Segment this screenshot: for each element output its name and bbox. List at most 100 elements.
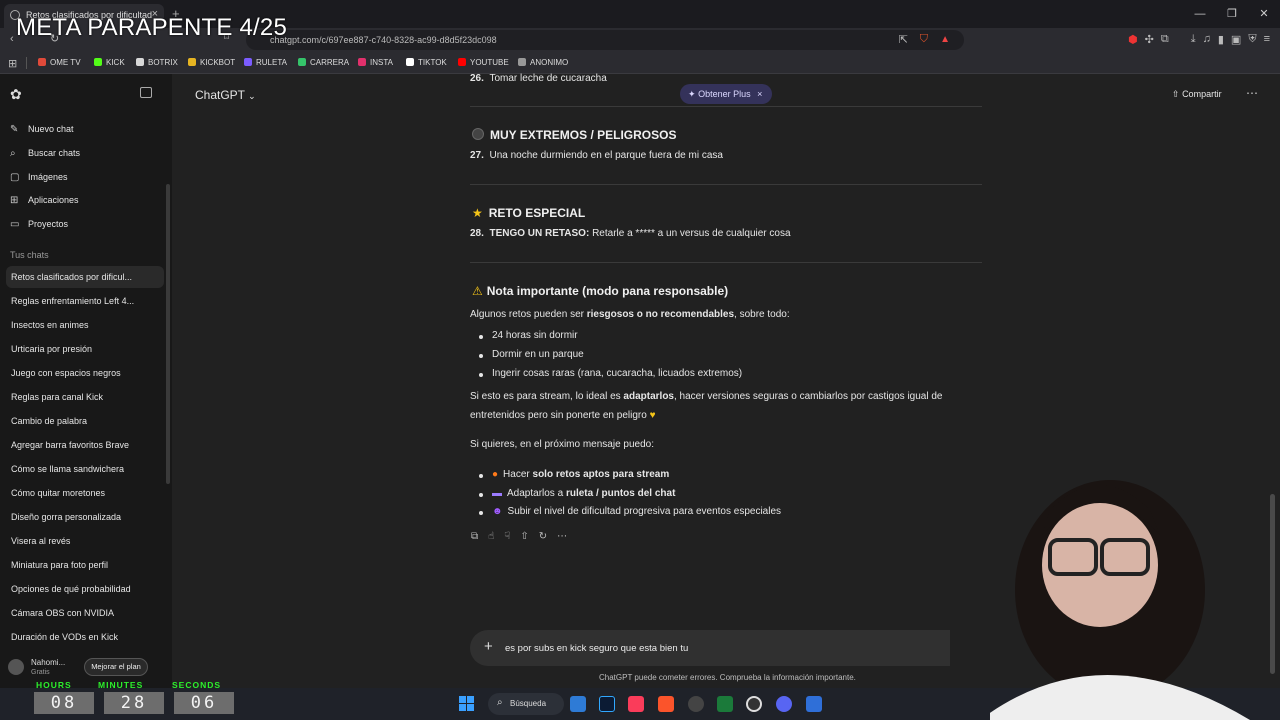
chat-item[interactable]: Duración de VODs en Kick <box>6 626 164 648</box>
wallet-icon[interactable]: ▣ <box>1231 33 1241 46</box>
chat-item[interactable]: Reglas enfrentamiento Left 4... <box>6 290 164 312</box>
nav-apps[interactable]: ⊞ Aplicaciones <box>10 195 79 206</box>
more-icon[interactable]: ⋯ <box>557 531 567 542</box>
chat-item[interactable]: Agregar barra favoritos Brave <box>6 434 164 456</box>
windows-start-icon[interactable] <box>459 696 475 712</box>
divider <box>470 106 982 107</box>
chat-item[interactable]: Juego con espacios negros <box>6 362 164 384</box>
chat-item[interactable]: Insectos en animes <box>6 314 164 336</box>
user-name: Nahomi... <box>31 658 66 667</box>
menu-icon[interactable]: ≡ <box>1264 33 1270 46</box>
chat-item[interactable]: Diseño gorra personalizada <box>6 506 164 528</box>
chat-item[interactable]: Reglas para canal Kick <box>6 386 164 408</box>
botrix-icon <box>136 58 144 66</box>
list-item: 27. Una noche durmiendo en el parque fue… <box>470 150 723 161</box>
bookmark-insta[interactable]: INSTA <box>358 58 393 67</box>
puzzle-icon[interactable]: ✣ <box>1145 33 1154 46</box>
more-options-icon[interactable]: ⋯ <box>1246 86 1258 100</box>
sidebar-icon[interactable]: ▮ <box>1218 33 1224 46</box>
discord-icon[interactable] <box>776 696 792 712</box>
brave-shield-icon[interactable]: ⛉ <box>920 33 928 46</box>
apps-grid-icon[interactable]: ⊞ <box>8 57 17 70</box>
store-icon[interactable] <box>570 696 586 712</box>
vpn-icon[interactable]: ⛨ <box>1248 33 1256 46</box>
back-icon[interactable]: ‹ <box>10 33 14 45</box>
stream-overlay-title: META PARAPENTE 4/25 <box>16 14 287 41</box>
bookmark-youtube[interactable]: YOUTUBE <box>458 58 509 67</box>
regenerate-icon[interactable]: ↻ <box>539 531 547 542</box>
upgrade-plan-button[interactable]: Mejorar el plan <box>84 658 148 676</box>
url-field[interactable]: chatgpt.com/c/697ee887-c740-8328-ac99-d8… <box>246 30 964 50</box>
bookmark-kickbot[interactable]: KICKBOT <box>188 58 235 67</box>
music-icon[interactable] <box>628 696 644 712</box>
get-plus-button[interactable]: ✦ Obtener Plus × <box>680 84 772 104</box>
chat-item[interactable]: Urticaria por presión <box>6 338 164 360</box>
gamepad-icon: ▬ <box>492 488 502 499</box>
share-button[interactable]: ⇧ Compartir <box>1172 89 1222 100</box>
media-icon[interactable]: ♫ <box>1203 33 1211 46</box>
chat-item[interactable]: Visera al revés <box>6 530 164 552</box>
list-item: ● Hacer solo retos aptos para stream <box>492 469 670 480</box>
user-plan: Gratis <box>31 669 50 676</box>
brave-browser-icon[interactable] <box>658 696 674 712</box>
chat-item[interactable]: Cámara OBS con NVIDIA <box>6 602 164 624</box>
folder-icon: ▭ <box>10 219 20 230</box>
share-icon[interactable]: ⇧ <box>520 531 528 542</box>
restore-icon[interactable]: ❐ <box>1216 0 1248 28</box>
copy-icon[interactable]: ⧉ <box>471 531 478 542</box>
taskbar-search[interactable]: ⌕ Búsqueda <box>488 693 564 715</box>
chat-item[interactable]: Miniatura para foto perfil <box>6 554 164 576</box>
extension-icon[interactable]: ⬢ <box>1128 33 1138 46</box>
star-icon: ★ <box>472 206 483 220</box>
sidebar-scrollbar[interactable] <box>166 184 170 484</box>
notepad-icon[interactable] <box>806 696 822 712</box>
share-icon: ⇧ <box>1172 89 1180 99</box>
note-intro: Algunos retos pueden ser riesgosos o no … <box>470 309 790 320</box>
model-selector[interactable]: ChatGPT ⌄ <box>195 88 256 102</box>
close-window-icon[interactable]: ✕ <box>1248 0 1280 28</box>
minutes-label: MINUTES <box>98 680 144 690</box>
bookmark-ruleta[interactable]: RULETA <box>244 58 287 67</box>
instagram-icon <box>358 58 366 66</box>
add-attachment-icon[interactable]: + <box>484 638 493 655</box>
sparkle-icon: ✦ <box>688 89 696 99</box>
share-page-icon[interactable]: ⇱ <box>899 33 908 46</box>
chat-item[interactable]: Cómo se llama sandwichera <box>6 458 164 480</box>
chat-item[interactable]: Cambio de palabra <box>6 410 164 432</box>
youtube-icon <box>458 58 466 66</box>
obs-icon[interactable] <box>746 696 762 712</box>
photoshop-icon[interactable] <box>599 696 615 712</box>
nav-search-chats[interactable]: ⌕ Buscar chats <box>10 148 80 159</box>
minimize-icon[interactable]: — <box>1184 0 1216 28</box>
chat-item[interactable]: Retos clasificados por dificul... <box>6 266 164 288</box>
bullet <box>479 335 483 339</box>
nav-images[interactable]: ▢ Imágenes <box>10 172 68 183</box>
chat-item[interactable]: Cómo quitar moretones <box>6 482 164 504</box>
nav-projects[interactable]: ▭ Proyectos <box>10 219 68 230</box>
screenshot-icon[interactable]: ⧉ <box>1161 33 1169 46</box>
message-input[interactable]: + es por subs en kick seguro que esta bi… <box>470 630 950 666</box>
brave-rewards-icon[interactable]: ▲ <box>940 34 950 45</box>
bookmark-botrix[interactable]: BOTRIX <box>136 58 178 67</box>
bookmark-tiktok[interactable]: TIKTOK <box>406 58 447 67</box>
app-icon[interactable] <box>688 696 704 712</box>
stream-timer: HOURS MINUTES SECONDS 08 28 06 <box>30 678 240 718</box>
chatgpt-logo-icon[interactable]: ✿ <box>10 86 22 103</box>
thumbs-up-icon[interactable]: ☝ <box>488 531 494 542</box>
close-icon[interactable]: × <box>757 89 762 99</box>
avatar <box>8 659 24 675</box>
sidebar-toggle-icon[interactable] <box>140 87 152 98</box>
thumbs-down-icon[interactable]: ☟ <box>504 531 510 542</box>
yellow-heart-icon: ♥ <box>649 410 656 421</box>
search-icon: ⌕ <box>10 148 16 159</box>
chat-item[interactable]: Opciones de qué probabilidad <box>6 578 164 600</box>
bookmark-kick[interactable]: KICK <box>94 58 125 67</box>
bookmark-anonimo[interactable]: ANONIMO <box>518 58 568 67</box>
download-icon[interactable]: ⤓ <box>1191 33 1196 46</box>
terminal-icon[interactable] <box>717 696 733 712</box>
message-input-text: es por subs en kick seguro que esta bien… <box>505 643 689 654</box>
bookmark-carrera[interactable]: CARRERA <box>298 58 349 67</box>
nav-new-chat[interactable]: ✎ Nuevo chat <box>10 124 74 135</box>
note-heading: ⚠ Nota importante (modo pana responsable) <box>472 284 729 298</box>
bookmark-ometv[interactable]: OME TV <box>38 58 81 67</box>
